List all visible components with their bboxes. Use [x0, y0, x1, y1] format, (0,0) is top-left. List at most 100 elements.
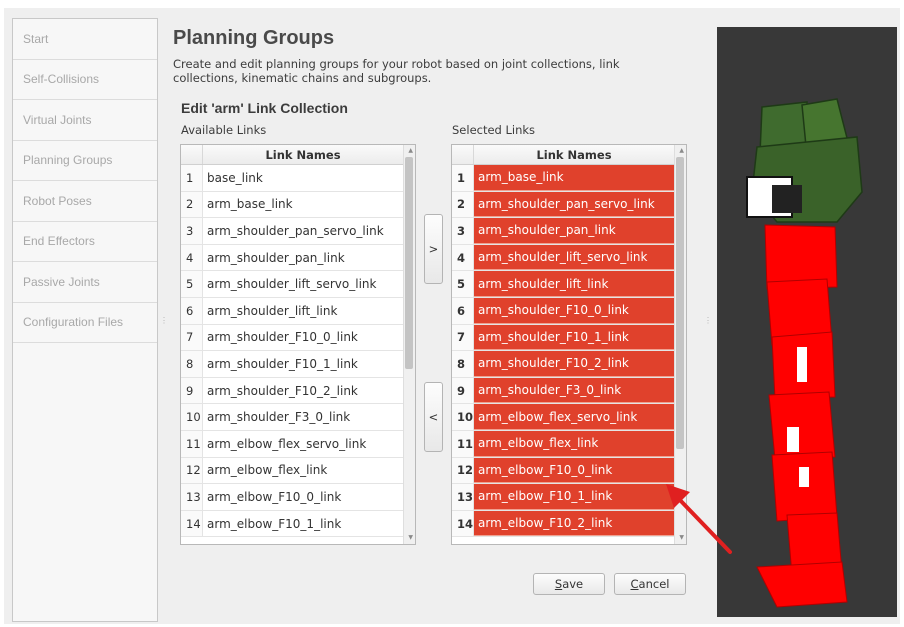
- link-name-cell[interactable]: arm_shoulder_F10_1_link: [203, 351, 403, 377]
- servo-face: [772, 185, 802, 213]
- link-name-cell[interactable]: arm_shoulder_F10_0_link: [203, 325, 403, 351]
- link-name-cell[interactable]: arm_shoulder_pan_servo_link: [203, 218, 403, 244]
- section-subtitle: Edit 'arm' Link Collection: [181, 100, 348, 116]
- table-row[interactable]: 1 base_link: [181, 165, 415, 192]
- table-row[interactable]: 7 arm_shoulder_F10_1_link: [452, 324, 686, 352]
- sidebar-item-self-collisions[interactable]: Self-Collisions: [13, 60, 157, 100]
- sidebar-item-start[interactable]: Start: [13, 19, 157, 60]
- row-number: 5: [452, 271, 474, 297]
- row-number: 8: [181, 351, 203, 377]
- splitter-handle-icon[interactable]: ⋮: [704, 316, 712, 325]
- splitter-handle-icon[interactable]: ⋮: [160, 316, 168, 325]
- table-row[interactable]: 10 arm_shoulder_F3_0_link: [181, 404, 415, 431]
- row-number: 13: [452, 484, 474, 510]
- link-name-cell[interactable]: arm_elbow_F10_2_link: [474, 510, 674, 537]
- table-row[interactable]: 3 arm_shoulder_pan_link: [452, 218, 686, 245]
- table-row[interactable]: 8 arm_shoulder_F10_1_link: [181, 351, 415, 378]
- table-row[interactable]: 2 arm_base_link: [181, 191, 415, 219]
- link-gap: [797, 347, 807, 382]
- table-row[interactable]: 11 arm_elbow_flex_servo_link: [181, 430, 415, 458]
- available-links-table[interactable]: Link Names 1 base_link 2 arm_base_link 3 ar…: [180, 144, 416, 545]
- table-row[interactable]: 9 arm_shoulder_F3_0_link: [452, 377, 686, 405]
- description-line: Create and edit planning groups for your…: [173, 57, 620, 71]
- red-link: [756, 561, 848, 608]
- table-row[interactable]: 10 arm_elbow_flex_servo_link: [452, 404, 686, 431]
- sidebar-item-planning-groups[interactable]: Planning Groups: [13, 141, 157, 181]
- table-row[interactable]: 13 arm_elbow_F10_1_link: [452, 484, 686, 511]
- row-number: 7: [181, 324, 203, 351]
- row-number: 1: [181, 165, 203, 191]
- table-row[interactable]: 7 arm_shoulder_F10_0_link: [181, 324, 415, 352]
- scrollbar-thumb[interactable]: [676, 157, 684, 449]
- scroll-down-icon[interactable]: ▼: [408, 534, 413, 542]
- scroll-up-icon[interactable]: ▲: [408, 147, 413, 155]
- table-row[interactable]: 14 arm_elbow_F10_2_link: [452, 510, 686, 538]
- table-row[interactable]: 4 arm_shoulder_pan_link: [181, 244, 415, 272]
- link-name-cell[interactable]: arm_shoulder_F10_2_link: [474, 351, 674, 377]
- selected-links-caption: Selected Links: [452, 123, 536, 137]
- column-header[interactable]: Link Names: [474, 148, 674, 162]
- table-row[interactable]: 11 arm_elbow_flex_link: [452, 430, 686, 458]
- sidebar-item-virtual-joints[interactable]: Virtual Joints: [13, 100, 157, 141]
- table-row[interactable]: 12 arm_elbow_flex_link: [181, 457, 415, 485]
- table-row[interactable]: 14 arm_elbow_F10_1_link: [181, 510, 415, 538]
- link-name-cell[interactable]: arm_base_link: [474, 165, 674, 191]
- table-row[interactable]: 2 arm_shoulder_pan_servo_link: [452, 191, 686, 219]
- table-row[interactable]: 4 arm_shoulder_lift_servo_link: [452, 244, 686, 272]
- link-name-cell[interactable]: arm_shoulder_F3_0_link: [203, 404, 403, 430]
- remove-link-button[interactable]: <: [424, 382, 443, 452]
- table-row[interactable]: 1 arm_base_link: [452, 165, 686, 192]
- table-row[interactable]: 6 arm_shoulder_F10_0_link: [452, 297, 686, 325]
- table-header: Link Names: [181, 145, 415, 165]
- row-number: 12: [452, 457, 474, 484]
- link-name-cell[interactable]: arm_elbow_F10_1_link: [474, 484, 674, 510]
- add-link-button[interactable]: >: [424, 214, 443, 284]
- link-name-cell[interactable]: arm_elbow_flex_servo_link: [474, 404, 674, 430]
- row-number: 14: [181, 510, 203, 537]
- cancel-button[interactable]: Cancel: [614, 573, 686, 595]
- link-name-cell[interactable]: arm_shoulder_pan_servo_link: [474, 191, 674, 218]
- row-number: 9: [181, 377, 203, 404]
- description-line: collections, kinematic chains and subgro…: [173, 70, 432, 85]
- link-name-cell[interactable]: arm_base_link: [203, 192, 403, 218]
- column-header[interactable]: Link Names: [203, 148, 403, 162]
- link-name-cell[interactable]: arm_shoulder_lift_link: [474, 271, 674, 297]
- sidebar-item-configuration-files[interactable]: Configuration Files: [13, 303, 157, 343]
- table-row[interactable]: 12 arm_elbow_F10_0_link: [452, 457, 686, 485]
- link-name-cell[interactable]: arm_elbow_flex_servo_link: [203, 431, 403, 457]
- link-name-cell[interactable]: arm_shoulder_F10_2_link: [203, 378, 403, 404]
- link-name-cell[interactable]: arm_shoulder_pan_link: [474, 218, 674, 244]
- link-name-cell[interactable]: arm_elbow_flex_link: [474, 430, 674, 457]
- robot-3d-viewer[interactable]: [717, 27, 897, 617]
- link-name-cell[interactable]: arm_elbow_flex_link: [203, 458, 403, 484]
- link-name-cell[interactable]: arm_elbow_F10_0_link: [203, 484, 403, 510]
- table-row[interactable]: 3 arm_shoulder_pan_servo_link: [181, 218, 415, 245]
- sidebar-item-end-effectors[interactable]: End Effectors: [13, 222, 157, 262]
- link-name-cell[interactable]: arm_shoulder_F3_0_link: [474, 377, 674, 404]
- table-row[interactable]: 13 arm_elbow_F10_0_link: [181, 484, 415, 511]
- link-name-cell[interactable]: arm_shoulder_lift_servo_link: [474, 244, 674, 271]
- link-name-cell[interactable]: arm_elbow_F10_1_link: [203, 511, 403, 537]
- table-row[interactable]: 5 arm_shoulder_lift_link: [452, 271, 686, 298]
- row-number: 8: [452, 351, 474, 377]
- scroll-up-icon[interactable]: ▲: [679, 147, 684, 155]
- link-name-cell[interactable]: arm_shoulder_pan_link: [203, 245, 403, 271]
- row-number: 9: [452, 377, 474, 404]
- selected-links-table[interactable]: Link Names 1 arm_base_link 2 arm_shoulder_…: [451, 144, 687, 545]
- table-row[interactable]: 6 arm_shoulder_lift_link: [181, 297, 415, 325]
- table-row[interactable]: 9 arm_shoulder_F10_2_link: [181, 377, 415, 405]
- scrollbar-thumb[interactable]: [405, 157, 413, 369]
- link-name-cell[interactable]: arm_shoulder_F10_1_link: [474, 324, 674, 351]
- sidebar-item-passive-joints[interactable]: Passive Joints: [13, 262, 157, 303]
- cancel-label: ancel: [638, 577, 670, 591]
- vertical-scrollbar[interactable]: ▲ ▼: [403, 145, 415, 544]
- save-button[interactable]: Save: [533, 573, 605, 595]
- link-name-cell[interactable]: arm_shoulder_F10_0_link: [474, 297, 674, 324]
- link-name-cell[interactable]: base_link: [203, 165, 403, 191]
- link-name-cell[interactable]: arm_elbow_F10_0_link: [474, 457, 674, 484]
- link-name-cell[interactable]: arm_shoulder_lift_link: [203, 298, 403, 324]
- link-name-cell[interactable]: arm_shoulder_lift_servo_link: [203, 271, 403, 297]
- sidebar-item-robot-poses[interactable]: Robot Poses: [13, 181, 157, 222]
- table-row[interactable]: 5 arm_shoulder_lift_servo_link: [181, 271, 415, 298]
- table-row[interactable]: 8 arm_shoulder_F10_2_link: [452, 351, 686, 378]
